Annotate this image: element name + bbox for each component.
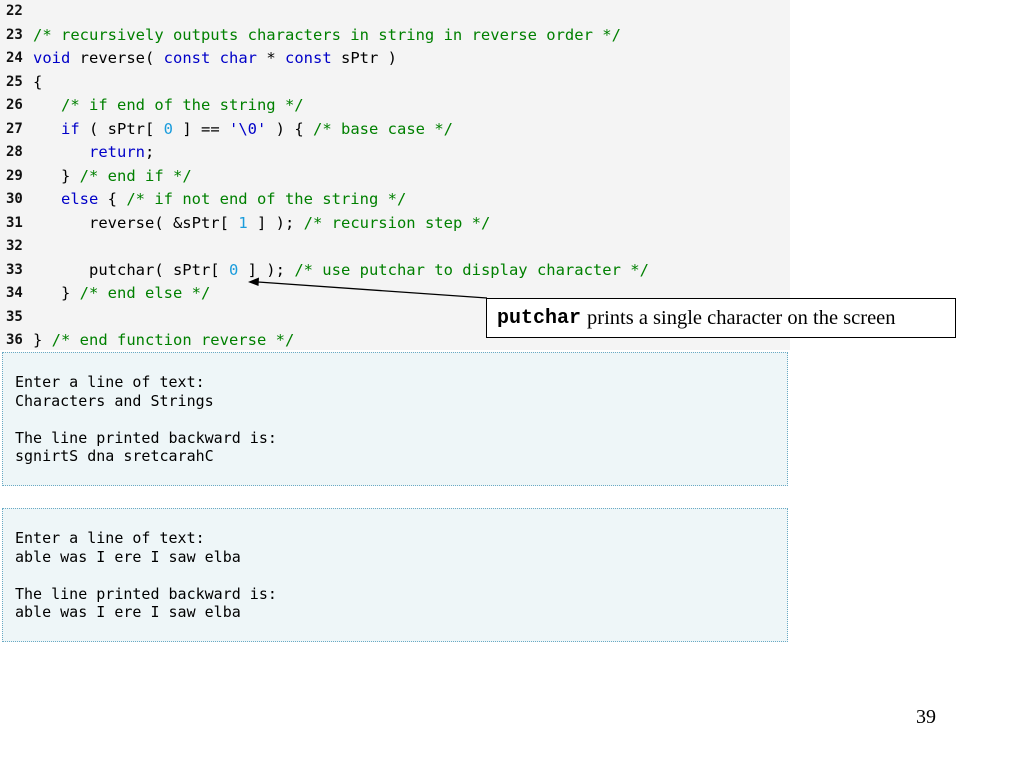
code-text: } /* end else */ (33, 282, 210, 305)
output-line: The line printed backward is: (15, 584, 277, 603)
code-token: return (89, 143, 145, 161)
code-token: } (33, 284, 80, 302)
output-line: Enter a line of text: (15, 373, 205, 391)
line-number: 27 (6, 120, 23, 137)
code-token: ( sPtr[ (79, 119, 164, 138)
line-number: 34 (6, 285, 23, 301)
line-number: 28 (6, 144, 23, 160)
output-line: able was I ere I saw elba (15, 547, 241, 566)
code-token: char (219, 49, 257, 67)
callout-text: prints a single character on the screen (587, 306, 896, 329)
code-token: /* end if */ (79, 166, 192, 185)
line-number: 24 (6, 50, 23, 66)
line-number: 35 (6, 308, 23, 325)
line-number: 26 (6, 97, 23, 113)
code-text: putchar( sPtr[ 0 ] ); /* use putchar to … (33, 259, 649, 282)
output-line: Enter a line of text: (15, 529, 205, 547)
code-token: reverse( (70, 49, 164, 67)
code-token: sPtr ) (331, 49, 397, 67)
code-text: } /* end if */ (33, 165, 192, 188)
code-token: '\0' (229, 119, 267, 138)
code-token: { (98, 190, 127, 208)
program-output-1: Enter a line of text: Characters and Stri… (2, 352, 788, 486)
code-text: void reverse( const char * const sPtr ) (33, 47, 397, 70)
line-number: 32 (6, 238, 23, 254)
code-text: else { /* if not end of the string */ (33, 188, 406, 211)
code-token: /* end function reverse */ (51, 331, 295, 349)
code-token: 1 (238, 213, 248, 232)
code-token: /* if end of the string */ (61, 96, 304, 114)
code-token: /* recursively outputs characters in str… (33, 25, 621, 44)
code-text: /* if end of the string */ (33, 94, 304, 117)
line-number: 36 (6, 332, 23, 348)
line-number: 31 (6, 214, 23, 231)
putchar-callout: putchar prints a single character on the… (486, 298, 956, 338)
code-token: ) { (266, 119, 314, 138)
code-text: /* recursively outputs characters in str… (33, 24, 621, 47)
code-token: * (257, 49, 285, 67)
code-text: { (33, 71, 42, 94)
code-token: ; (145, 143, 155, 161)
code-token: /* use putchar to display character */ (294, 260, 649, 279)
line-number: 33 (6, 261, 23, 278)
code-token: 0 (228, 260, 239, 279)
line-number: 25 (6, 73, 23, 90)
code-token: { (33, 72, 43, 91)
line-number: 30 (6, 191, 23, 207)
output-line: able was I ere I saw elba (15, 603, 241, 621)
code-token: const (285, 49, 332, 67)
code-text: } /* end function reverse */ (33, 329, 294, 352)
code-token: /* if not end of the string */ (126, 190, 407, 208)
callout-code-word: putchar (497, 306, 582, 330)
code-token: /* end else */ (79, 284, 211, 302)
code-token: ] == (173, 119, 230, 138)
code-token: } (33, 331, 52, 349)
code-text: if ( sPtr[ 0 ] == '\0' ) { /* base case … (33, 118, 453, 141)
output-line: sgnirtS dna sretcarahC (15, 447, 214, 465)
line-number: 23 (6, 26, 23, 43)
page-number: 39 (916, 706, 936, 728)
line-number: 29 (6, 167, 23, 184)
line-number: 22 (6, 3, 23, 19)
code-token: const (163, 49, 211, 67)
code-token: if (61, 119, 80, 138)
code-token: } (33, 166, 80, 185)
code-token: reverse( &sPtr[ (33, 213, 239, 232)
code-token: putchar( sPtr[ (33, 260, 229, 279)
program-output-2: Enter a line of text: able was I ere I sa… (2, 508, 788, 642)
code-token: 0 (163, 119, 174, 138)
output-line: Characters and Strings (15, 391, 214, 410)
code-token: void (33, 49, 71, 67)
code-token: /* base case */ (313, 119, 453, 138)
code-text: return; (33, 141, 154, 164)
code-text: reverse( &sPtr[ 1 ] ); /* recursion step… (33, 212, 490, 235)
output-line: The line printed backward is: (15, 428, 277, 447)
code-token: ] ); (247, 213, 304, 232)
code-token: else (61, 190, 99, 208)
code-token: /* recursion step */ (303, 213, 491, 232)
code-token: ] ); (238, 260, 295, 279)
